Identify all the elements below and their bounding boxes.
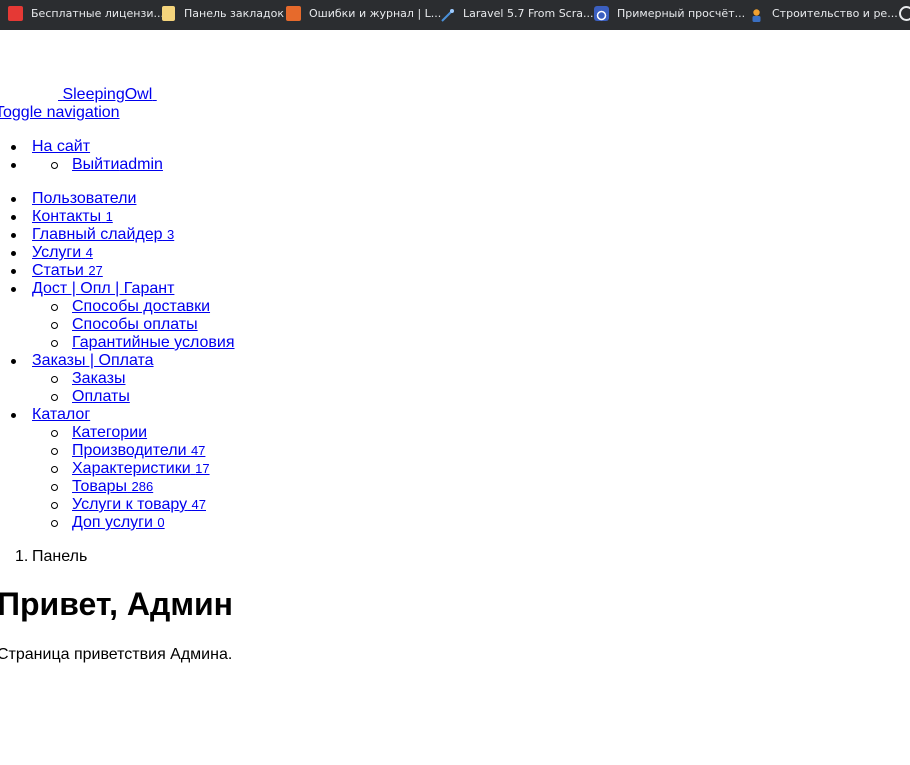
count-badge: 0 bbox=[157, 515, 165, 530]
sidebar-link-product-services[interactable]: Услуги к товару 47 bbox=[72, 496, 206, 513]
wand-icon bbox=[440, 6, 455, 22]
sidebar-subitem: Товары 286 bbox=[50, 478, 153, 496]
sidebar-subitem: Способы доставки bbox=[50, 298, 210, 316]
sidebar-link-contacts[interactable]: Контакты 1 bbox=[32, 208, 113, 225]
toggle-navigation-button[interactable]: Toggle navigation bbox=[0, 104, 120, 122]
sidebar-item-users: Пользователи bbox=[10, 190, 136, 208]
count-badge: 47 bbox=[190, 443, 206, 458]
sidebar-link-payment-methods[interactable]: Способы оплаты bbox=[72, 316, 198, 333]
sidebar-link-users[interactable]: Пользователи bbox=[32, 190, 136, 207]
sidebar-subitem: Оплаты bbox=[51, 388, 130, 406]
sidebar-link-manufacturers[interactable]: Производители 47 bbox=[72, 442, 205, 459]
sidebar-link-warranty[interactable]: Гарантийные условия bbox=[72, 334, 235, 351]
count-badge: 4 bbox=[85, 245, 93, 260]
sidebar-link-categories[interactable]: Категории bbox=[72, 424, 147, 441]
count-badge: 1 bbox=[105, 209, 113, 224]
sidebar-link-delivery-group[interactable]: Дост | Опл | Гарант bbox=[32, 280, 174, 297]
sidebar-link-products[interactable]: Товары 286 bbox=[72, 478, 153, 495]
sidebar-item-catalog: Каталог bbox=[10, 406, 90, 424]
logout-link[interactable]: Выйтиadmin bbox=[72, 156, 163, 173]
count-badge: 3 bbox=[166, 227, 175, 242]
sidebar-link-articles[interactable]: Статьи 27 bbox=[32, 262, 103, 279]
sidebar-subitem: Производители 47 bbox=[50, 442, 205, 460]
count-badge: 17 bbox=[195, 461, 210, 476]
globe-icon bbox=[899, 6, 910, 21]
top-nav-item: На сайт bbox=[10, 138, 90, 156]
sidebar-item-orders-group: Заказы | Оплата bbox=[11, 352, 154, 370]
welcome-text: Страница приветствия Админа. bbox=[0, 646, 233, 663]
sidebar-subitem: Характеристики 17 bbox=[51, 460, 210, 478]
sidebar-link-extra-services[interactable]: Доп услуги 0 bbox=[72, 514, 165, 531]
bookmarks-bar: Бесплатные лицензи... Панель закладок Ош… bbox=[0, 0, 910, 30]
sidebar-item-articles: Статьи 27 bbox=[11, 262, 103, 280]
brand-link[interactable]: SleepingOwl bbox=[58, 86, 157, 104]
count-badge: 27 bbox=[88, 263, 103, 278]
sidebar-subitem: Доп услуги 0 bbox=[51, 514, 165, 532]
user-menu-item: Выйтиadmin bbox=[51, 156, 163, 174]
sidebar-link-catalog[interactable]: Каталог bbox=[32, 406, 90, 423]
worker-icon bbox=[749, 6, 764, 22]
sidebar-subitem: Гарантийные условия bbox=[51, 334, 235, 352]
count-badge: 47 bbox=[191, 497, 206, 512]
sidebar-link-delivery-methods[interactable]: Способы доставки bbox=[72, 298, 210, 315]
page-title: Привет, Админ bbox=[0, 586, 233, 622]
site-link[interactable]: На сайт bbox=[32, 138, 90, 155]
sidebar-link-characteristics[interactable]: Характеристики 17 bbox=[72, 460, 210, 477]
red-square-icon bbox=[8, 6, 23, 21]
sidebar-subitem: Категории bbox=[50, 424, 147, 442]
sidebar-item-delivery-group: Дост | Опл | Гарант bbox=[10, 280, 174, 298]
sidebar-link-orders-group[interactable]: Заказы | Оплата bbox=[32, 352, 154, 369]
blue-circle-icon bbox=[594, 6, 609, 21]
sidebar-link-slider[interactable]: Главный слайдер 3 bbox=[32, 226, 174, 243]
sidebar-subitem: Заказы bbox=[50, 370, 125, 388]
sidebar-item-services: Услуги 4 bbox=[11, 244, 93, 262]
sidebar-subitem: Услуги к товару 47 bbox=[51, 496, 206, 514]
folder-icon bbox=[162, 6, 175, 21]
sidebar-link-payments[interactable]: Оплаты bbox=[72, 388, 130, 405]
orange-site-icon bbox=[286, 6, 301, 21]
sidebar-subitem: Способы оплаты bbox=[51, 316, 198, 334]
brand-label: SleepingOwl bbox=[62, 86, 153, 103]
breadcrumb-item: 1. Панель bbox=[15, 548, 88, 565]
sidebar-item-slider: Главный слайдер 3 bbox=[10, 226, 174, 244]
sidebar-link-orders[interactable]: Заказы bbox=[72, 370, 125, 387]
sidebar-item-contacts: Контакты 1 bbox=[11, 208, 113, 226]
sidebar-link-services[interactable]: Услуги 4 bbox=[32, 244, 93, 261]
count-badge: 286 bbox=[131, 479, 154, 494]
